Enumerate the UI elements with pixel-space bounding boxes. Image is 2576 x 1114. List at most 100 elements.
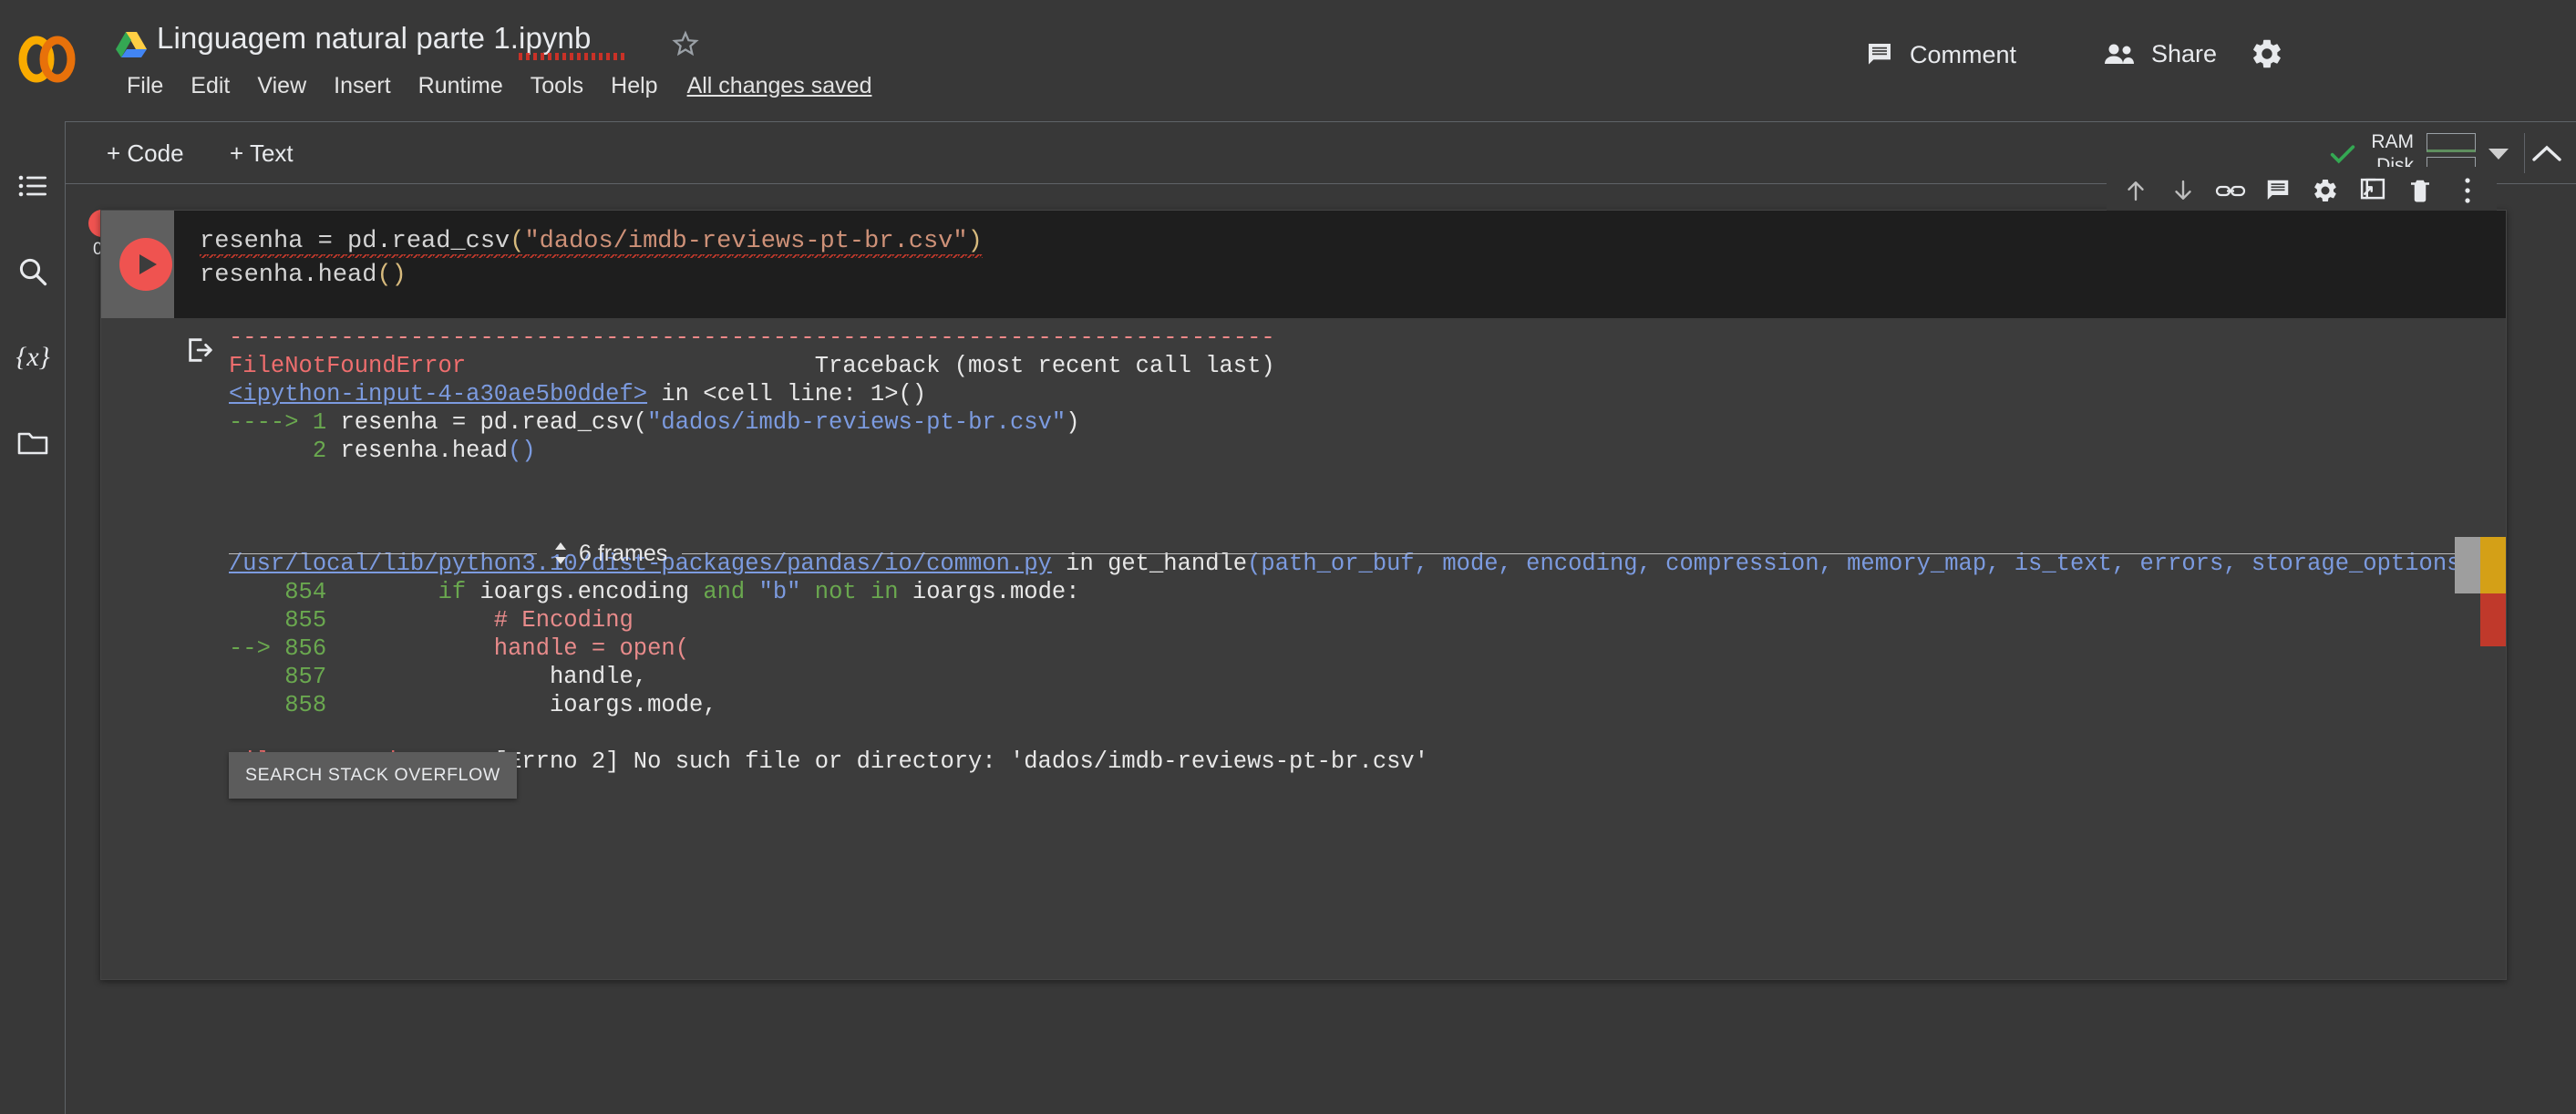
- frame-indent-858: [326, 692, 550, 718]
- menu-item-help[interactable]: Help: [597, 67, 671, 104]
- menu-item-edit[interactable]: Edit: [177, 67, 243, 104]
- code-token-string: "dados/imdb-reviews-pt-br.csv": [524, 228, 968, 255]
- link-to-cell-icon[interactable]: [2210, 170, 2251, 211]
- frame-marker-856: -->: [229, 635, 285, 662]
- app-header: Linguagem natural parte 1.ipynb File Edi…: [0, 0, 2576, 121]
- add-code-cell-button[interactable]: + Code: [107, 135, 184, 171]
- expand-collapse-icon: [551, 540, 570, 567]
- frame-code-855: # Encoding: [493, 607, 634, 634]
- frame-line-num-1: 1: [312, 409, 327, 436]
- colab-logo[interactable]: [13, 26, 80, 93]
- frame-code-856: handle = open(: [493, 635, 690, 662]
- ram-usage-bar: [2427, 132, 2476, 152]
- more-options-icon[interactable]: [2447, 170, 2488, 211]
- frame-marker-854: [229, 579, 284, 605]
- gear-icon[interactable]: [2250, 36, 2284, 71]
- frame-marker-855: [229, 607, 284, 634]
- frame-marker-1: ---->: [229, 409, 313, 436]
- code-token-call: resenha = pd.read_csv: [200, 228, 510, 255]
- notebook-title[interactable]: Linguagem natural parte 1.ipynb: [157, 21, 591, 56]
- chevron-up-icon[interactable]: [2530, 142, 2563, 166]
- menu-item-runtime[interactable]: Runtime: [405, 67, 517, 104]
- final-error-message: : [Errno 2] No such file or directory: '…: [466, 748, 1429, 775]
- frames-label-group: 6 frames: [537, 540, 682, 567]
- frame-line-num-854: 854: [284, 579, 327, 605]
- menu-item-tools[interactable]: Tools: [517, 67, 597, 104]
- frame-code-857: handle,: [549, 664, 648, 690]
- save-status-link[interactable]: All changes saved: [687, 73, 872, 99]
- frames-divider-left: [229, 552, 537, 554]
- ram-label: RAM: [2371, 131, 2414, 152]
- left-sidebar: {x}: [0, 121, 66, 1114]
- move-cell-down-icon[interactable]: [2163, 170, 2203, 211]
- search-stack-overflow-button[interactable]: SEARCH STACK OVERFLOW: [229, 752, 517, 799]
- frame-code-858: ioargs.mode,: [549, 692, 717, 718]
- frames-divider-right: [682, 552, 2497, 554]
- frame-line-num-856: 856: [284, 635, 327, 662]
- frame-marker-858: [229, 692, 284, 718]
- menu-item-view[interactable]: View: [243, 67, 320, 104]
- traceback-header-spacer: [466, 353, 815, 379]
- sidebar-item-variables[interactable]: {x}: [7, 332, 58, 383]
- input-cell-link[interactable]: <ipython-input-4-a30ae5b0ddef>: [229, 381, 647, 407]
- play-icon: [139, 254, 157, 274]
- code-token-close-paren: ): [967, 228, 983, 255]
- google-drive-icon: [116, 30, 147, 57]
- comment-label: Comment: [1909, 40, 2016, 68]
- add-text-cell-button[interactable]: + Text: [230, 135, 294, 171]
- run-cell-button[interactable]: [119, 238, 172, 291]
- frames-toggle[interactable]: 6 frames: [229, 535, 2497, 572]
- code-token-head-parens: (): [376, 262, 407, 289]
- minimap-yellow-marker: [2480, 537, 2506, 593]
- sidebar-item-files[interactable]: [7, 418, 58, 469]
- code-cell[interactable]: resenha = pd.read_csv("dados/imdb-review…: [100, 167, 2507, 980]
- notebook-canvas: ! 0s: [66, 167, 2576, 1114]
- mirror-cell-icon[interactable]: [2353, 170, 2393, 211]
- frame-line-num-2: 2: [312, 438, 327, 464]
- add-comment-icon[interactable]: [2258, 170, 2298, 211]
- code-editor[interactable]: resenha = pd.read_csv("dados/imdb-review…: [174, 211, 2506, 318]
- menu-bar: File Edit View Insert Runtime Tools Help…: [113, 67, 871, 104]
- frame-code-parens-2: (): [508, 438, 536, 464]
- search-icon: [16, 255, 49, 288]
- frame-indent-856: [326, 635, 494, 662]
- minimap-red-marker: [2480, 593, 2506, 646]
- frame-marker-857: [229, 664, 284, 690]
- frame-marker-2: [229, 438, 313, 464]
- move-cell-up-icon[interactable]: [2116, 170, 2156, 211]
- green-check-icon: [2327, 139, 2358, 170]
- frame-line-num-855: 855: [284, 607, 327, 634]
- cell-toolbar: [2107, 167, 2497, 214]
- chevron-down-icon[interactable]: [2487, 146, 2510, 162]
- frame-indent-857: [326, 664, 550, 690]
- cell-settings-icon[interactable]: [2305, 170, 2345, 211]
- delete-cell-icon[interactable]: [2400, 170, 2440, 211]
- share-button[interactable]: Share: [2103, 40, 2217, 68]
- menu-item-file[interactable]: File: [113, 67, 177, 104]
- variables-braces-icon: {x}: [15, 342, 50, 372]
- traceback-header: Traceback (most recent call last): [814, 353, 1275, 379]
- frame-indent-854: [326, 579, 438, 605]
- title-spellcheck-underline: [519, 53, 626, 60]
- minimap-gray-marker: [2455, 537, 2480, 593]
- folder-icon: [16, 428, 49, 458]
- error-type-label: FileNotFoundError: [229, 353, 467, 379]
- share-label: Share: [2150, 40, 2217, 67]
- menu-item-insert[interactable]: Insert: [320, 67, 405, 104]
- frame-line-num-857: 857: [284, 664, 327, 690]
- frame-line-num-858: 858: [284, 692, 327, 718]
- output-arrow-icon: [185, 335, 216, 366]
- star-icon[interactable]: [670, 27, 701, 58]
- frame-code-2: resenha.head: [326, 438, 509, 464]
- sidebar-item-find-and-replace[interactable]: [7, 246, 58, 297]
- sidebar-item-table-of-contents[interactable]: [7, 160, 58, 211]
- cell-minimap[interactable]: [2455, 537, 2506, 674]
- frame-indent-855: [326, 607, 494, 634]
- code-token-open-paren: (: [510, 228, 525, 255]
- toolbar-divider: [2524, 133, 2525, 173]
- cell-output: ----------------------------------------…: [101, 318, 2506, 979]
- frame-code-1: resenha = pd.read_csv: [326, 409, 634, 436]
- comment-button[interactable]: Comment: [1865, 40, 2016, 69]
- input-cell-suffix: in <cell line: 1>(): [647, 381, 927, 407]
- frames-count-label: 6 frames: [579, 540, 668, 566]
